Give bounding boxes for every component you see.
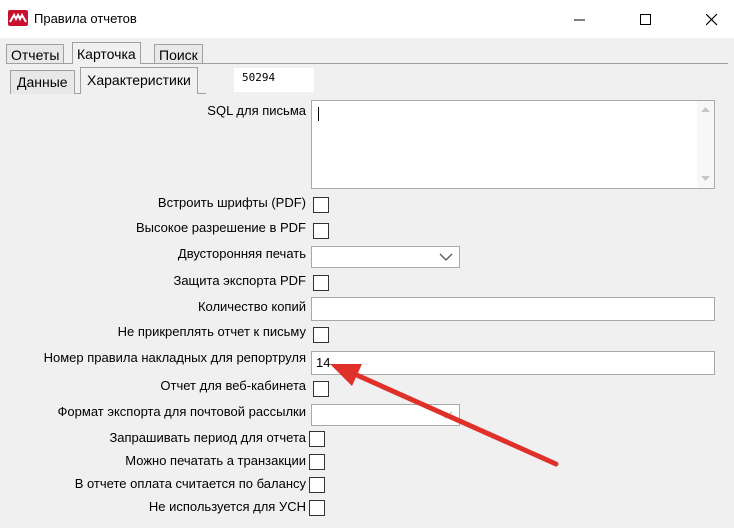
sql-label: SQL для письма bbox=[207, 103, 306, 118]
scroll-up-icon[interactable] bbox=[701, 107, 710, 113]
web-cabinet-label: Отчет для веб-кабинета bbox=[160, 378, 306, 393]
embed-fonts-label: Встроить шрифты (PDF) bbox=[157, 195, 306, 210]
embed-fonts-checkbox[interactable] bbox=[313, 197, 329, 213]
web-cabinet-checkbox[interactable] bbox=[313, 381, 329, 397]
minimize-button[interactable] bbox=[556, 0, 602, 38]
tab-card[interactable]: Карточка bbox=[72, 42, 141, 64]
print-in-tx-label: Можно печатать а транзакции bbox=[125, 453, 306, 468]
tab-reports[interactable]: Отчеты bbox=[6, 44, 65, 63]
tab-characteristics[interactable]: Характеристики bbox=[80, 67, 198, 94]
no-attach-label: Не прикреплять отчет к письму bbox=[117, 324, 306, 339]
copies-input[interactable] bbox=[311, 297, 715, 321]
high-res-checkbox[interactable] bbox=[313, 223, 329, 239]
ask-period-label: Запрашивать период для отчета bbox=[109, 430, 306, 445]
main-tabs: Отчеты Карточка Поиск bbox=[6, 42, 728, 64]
mail-format-label: Формат экспорта для почтовой рассылки bbox=[57, 404, 306, 419]
sql-textarea[interactable] bbox=[311, 100, 715, 189]
tab-search[interactable]: Поиск bbox=[154, 44, 203, 63]
balance-pay-label: В отчете оплата считается по балансу bbox=[74, 476, 306, 491]
chevron-down-icon bbox=[439, 411, 453, 419]
protect-pdf-label: Защита экспорта PDF bbox=[173, 273, 306, 288]
no-usn-label: Не используется для УСН bbox=[148, 499, 306, 514]
tab-data[interactable]: Данные bbox=[10, 70, 75, 94]
no-usn-checkbox[interactable] bbox=[309, 500, 325, 516]
copies-label: Количество копий bbox=[197, 299, 306, 314]
high-res-label: Высокое разрешение в PDF bbox=[136, 220, 306, 235]
window-title: Правила отчетов bbox=[34, 11, 137, 26]
mail-format-select[interactable] bbox=[311, 404, 460, 426]
record-id: 50294 bbox=[234, 68, 314, 92]
print-in-tx-checkbox[interactable] bbox=[309, 454, 325, 470]
dialog-body: Отчеты Карточка Поиск Данные Характерист… bbox=[0, 38, 734, 528]
maximize-button[interactable] bbox=[622, 0, 668, 38]
text-caret bbox=[318, 107, 319, 121]
duplex-select[interactable] bbox=[311, 246, 460, 268]
app-logo-icon bbox=[8, 10, 28, 26]
protect-pdf-checkbox[interactable] bbox=[313, 275, 329, 291]
scroll-down-icon[interactable] bbox=[701, 176, 710, 182]
duplex-label: Двусторонняя печать bbox=[177, 246, 306, 261]
balance-pay-checkbox[interactable] bbox=[309, 477, 325, 493]
invoice-rule-label: Номер правила накладных для репортруля bbox=[43, 350, 306, 365]
ask-period-checkbox[interactable] bbox=[309, 431, 325, 447]
minimize-icon bbox=[574, 19, 585, 21]
invoice-rule-input[interactable]: 14 bbox=[311, 351, 715, 375]
title-bar: Правила отчетов bbox=[0, 0, 734, 38]
close-button[interactable] bbox=[688, 0, 734, 38]
no-attach-checkbox[interactable] bbox=[313, 327, 329, 343]
sql-scrollbar[interactable] bbox=[697, 101, 714, 188]
maximize-icon bbox=[640, 14, 651, 25]
close-icon bbox=[706, 14, 718, 26]
chevron-down-icon bbox=[439, 253, 453, 261]
sub-tabs: Данные Характеристики 50294 bbox=[10, 66, 728, 94]
